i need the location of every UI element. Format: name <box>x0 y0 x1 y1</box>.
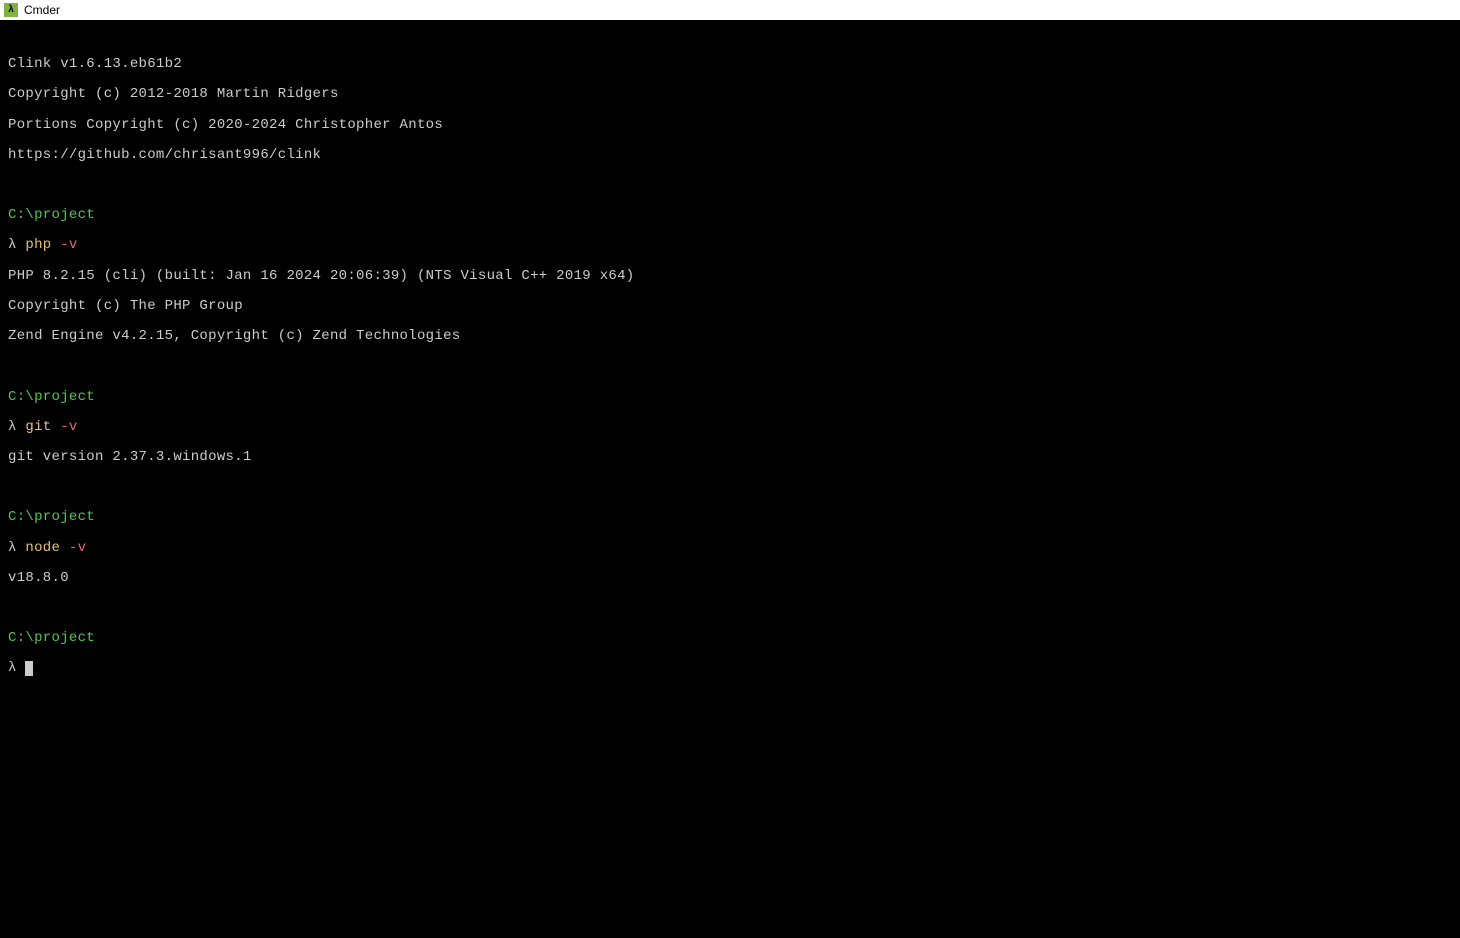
blank-line <box>8 178 1452 193</box>
prompt-line: λ node -v <box>8 541 1452 556</box>
window-title: Cmder <box>24 3 60 17</box>
prompt-line: λ php -v <box>8 238 1452 253</box>
output-line: git version 2.37.3.windows.1 <box>8 450 1452 465</box>
clink-url: https://github.com/chrisant996/clink <box>8 148 1452 163</box>
output-line: v18.8.0 <box>8 571 1452 586</box>
clink-copyright-1: Copyright (c) 2012-2018 Martin Ridgers <box>8 87 1452 102</box>
blank-line <box>8 480 1452 495</box>
window-title-bar[interactable]: λ Cmder <box>0 0 1460 20</box>
prompt-line: λ git -v <box>8 420 1452 435</box>
prompt-path: C:\project <box>8 631 1452 646</box>
cursor <box>25 661 33 676</box>
prompt-path: C:\project <box>8 510 1452 525</box>
blank-line <box>8 601 1452 616</box>
prompt-path: C:\project <box>8 390 1452 405</box>
clink-version: Clink v1.6.13.eb61b2 <box>8 57 1452 72</box>
output-line: Copyright (c) The PHP Group <box>8 299 1452 314</box>
blank-line <box>8 359 1452 374</box>
output-line: Zend Engine v4.2.15, Copyright (c) Zend … <box>8 329 1452 344</box>
terminal-output[interactable]: Clink v1.6.13.eb61b2 Copyright (c) 2012-… <box>0 20 1460 700</box>
app-icon: λ <box>4 3 18 17</box>
clink-copyright-2: Portions Copyright (c) 2020-2024 Christo… <box>8 118 1452 133</box>
prompt-path: C:\project <box>8 208 1452 223</box>
output-line: PHP 8.2.15 (cli) (built: Jan 16 2024 20:… <box>8 269 1452 284</box>
prompt-line-active[interactable]: λ <box>8 661 1452 676</box>
